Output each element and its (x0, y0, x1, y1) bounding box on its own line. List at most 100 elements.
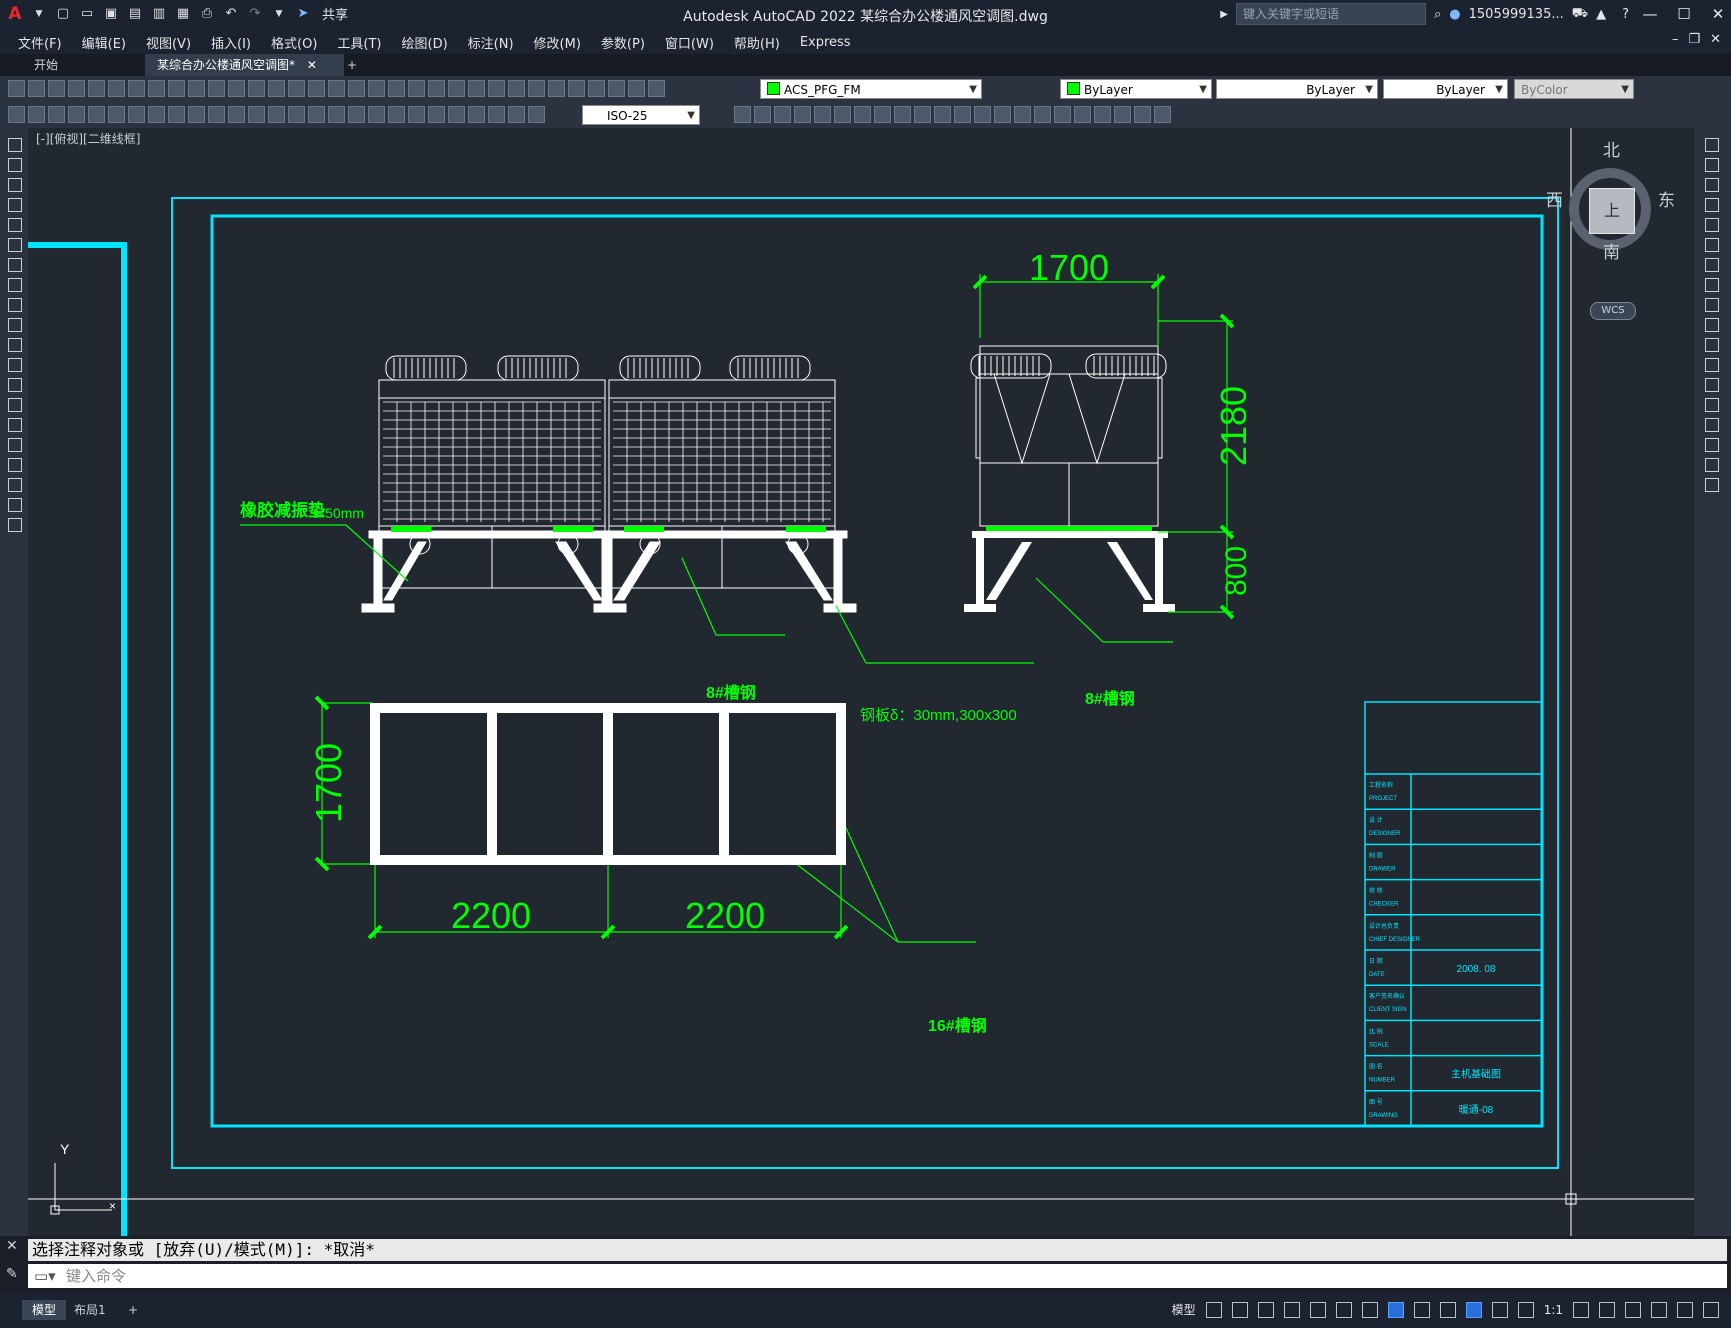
dim-tool-27-icon[interactable] (528, 106, 545, 123)
dim-tool-16-icon[interactable] (308, 106, 325, 123)
dim-tool-4-icon[interactable] (68, 106, 85, 123)
standard-tool-15-icon[interactable] (288, 80, 305, 97)
modify-tool-9-icon[interactable] (894, 106, 911, 123)
command-prompt-icon[interactable]: ▭▾ (34, 1264, 56, 1288)
dim-tool-24-icon[interactable] (468, 106, 485, 123)
draw-tool-17-icon[interactable] (8, 458, 22, 472)
modify-side-tool-5-icon[interactable] (1705, 218, 1719, 232)
menu-dimension[interactable]: 标注(N) (458, 33, 524, 52)
modify-side-tool-11-icon[interactable] (1705, 338, 1719, 352)
open-file-icon[interactable]: ▭ (78, 5, 96, 23)
menu-file[interactable]: 文件(F) (8, 33, 72, 52)
menu-insert[interactable]: 插入(I) (201, 33, 261, 52)
standard-tool-19-icon[interactable] (368, 80, 385, 97)
dim-tool-26-icon[interactable] (508, 106, 525, 123)
dim-tool-10-icon[interactable] (188, 106, 205, 123)
modify-tool-13-icon[interactable] (974, 106, 991, 123)
modify-side-tool-7-icon[interactable] (1705, 258, 1719, 272)
dim-tool-23-icon[interactable] (448, 106, 465, 123)
plot-icon[interactable]: ⎙ (198, 5, 216, 23)
customize-wrench-icon[interactable]: ✎ (6, 1266, 18, 1282)
draw-tool-1-icon[interactable] (8, 138, 22, 152)
modify-side-tool-1-icon[interactable] (1705, 138, 1719, 152)
wcs-menu[interactable]: WCS (1590, 302, 1636, 320)
status-toggle-10-icon[interactable] (1439, 1301, 1456, 1318)
dim-tool-7-icon[interactable] (128, 106, 145, 123)
modify-tool-2-icon[interactable] (754, 106, 771, 123)
tab-start[interactable]: 开始 (22, 54, 70, 76)
doc-close-icon[interactable]: ✕ (1710, 32, 1721, 47)
dim-tool-9-icon[interactable] (168, 106, 185, 123)
standard-tool-11-icon[interactable] (208, 80, 225, 97)
standard-tool-22-icon[interactable] (428, 80, 445, 97)
modify-side-tool-2-icon[interactable] (1705, 158, 1719, 172)
tab-layout1[interactable]: 布局1 (64, 1300, 116, 1320)
dim-tool-1-icon[interactable] (8, 106, 25, 123)
modify-tool-17-icon[interactable] (1054, 106, 1071, 123)
linetype-dropdown[interactable]: ByLayer ▼ (1216, 79, 1378, 99)
save-icon[interactable]: ▣ (102, 5, 120, 23)
application-menu-arrow-icon[interactable]: ▼ (30, 5, 48, 23)
tab-model[interactable]: 模型 (22, 1300, 67, 1320)
layer-dropdown[interactable]: ACS_PFG_FM ▼ (760, 79, 982, 99)
modify-side-tool-16-icon[interactable] (1705, 438, 1719, 452)
menu-tools[interactable]: 工具(T) (327, 33, 391, 52)
save-web-icon[interactable]: ▦ (174, 5, 192, 23)
modify-side-tool-17-icon[interactable] (1705, 458, 1719, 472)
modify-side-tool-14-icon[interactable] (1705, 398, 1719, 412)
standard-tool-27-icon[interactable] (528, 80, 545, 97)
share-button[interactable]: 共享 (322, 4, 348, 23)
modify-tool-7-icon[interactable] (854, 106, 871, 123)
open-web-icon[interactable]: ▥ (150, 5, 168, 23)
standard-tool-6-icon[interactable] (108, 80, 125, 97)
standard-tool-23-icon[interactable] (448, 80, 465, 97)
compass-west[interactable]: 西 (1546, 186, 1563, 211)
tab-close-icon[interactable]: ✕ (307, 58, 317, 72)
modify-side-tool-9-icon[interactable] (1705, 298, 1719, 312)
modify-side-tool-3-icon[interactable] (1705, 178, 1719, 192)
draw-tool-11-icon[interactable] (8, 338, 22, 352)
autodesk-app-icon[interactable]: ▲ (1596, 7, 1606, 22)
cart-icon[interactable]: ⛟ (1572, 6, 1588, 23)
standard-tool-26-icon[interactable] (508, 80, 525, 97)
close-icon[interactable]: ✕ (1705, 5, 1731, 23)
share-icon[interactable]: ➤ (294, 5, 312, 23)
autocad-logo-icon[interactable]: A (6, 4, 24, 24)
status-toggle-13-icon[interactable] (1517, 1301, 1534, 1318)
standard-tool-1-icon[interactable] (8, 80, 25, 97)
close-cmd-icon[interactable]: ✕ (6, 1238, 18, 1254)
new-tab-button[interactable]: + (335, 54, 369, 76)
standard-tool-31-icon[interactable] (608, 80, 625, 97)
draw-tool-15-icon[interactable] (8, 418, 22, 432)
status-toggle-9-icon[interactable] (1413, 1301, 1430, 1318)
minimize-icon[interactable]: — (1637, 5, 1663, 23)
draw-tool-12-icon[interactable] (8, 358, 22, 372)
standard-tool-18-icon[interactable] (348, 80, 365, 97)
draw-tool-14-icon[interactable] (8, 398, 22, 412)
menu-format[interactable]: 格式(O) (261, 33, 327, 52)
status-extra-4-icon[interactable] (1651, 1301, 1667, 1318)
draw-tool-19-icon[interactable] (8, 498, 22, 512)
modify-side-tool-15-icon[interactable] (1705, 418, 1719, 432)
status-extra-6-icon[interactable] (1703, 1301, 1719, 1318)
new-file-icon[interactable]: ▢ (54, 5, 72, 23)
status-toggle-8-icon[interactable] (1387, 1301, 1404, 1318)
dim-tool-22-icon[interactable] (428, 106, 445, 123)
standard-tool-25-icon[interactable] (488, 80, 505, 97)
standard-tool-7-icon[interactable] (128, 80, 145, 97)
redo-icon[interactable]: ↷ (246, 5, 264, 23)
draw-tool-2-icon[interactable] (8, 158, 22, 172)
add-layout-button[interactable]: + (118, 1300, 148, 1320)
draw-tool-9-icon[interactable] (8, 298, 22, 312)
dim-tool-13-icon[interactable] (248, 106, 265, 123)
standard-tool-17-icon[interactable] (328, 80, 345, 97)
status-toggle-12-icon[interactable] (1491, 1301, 1508, 1318)
status-extra-2-icon[interactable] (1599, 1301, 1615, 1318)
save-as-icon[interactable]: ▤ (126, 5, 144, 23)
lineweight-dropdown[interactable]: ByLayer ▼ (1383, 79, 1508, 99)
dim-tool-12-icon[interactable] (228, 106, 245, 123)
standard-tool-4-icon[interactable] (68, 80, 85, 97)
modify-tool-18-icon[interactable] (1074, 106, 1091, 123)
draw-tool-3-icon[interactable] (8, 178, 22, 192)
doc-restore-icon[interactable]: ❐ (1688, 32, 1700, 47)
